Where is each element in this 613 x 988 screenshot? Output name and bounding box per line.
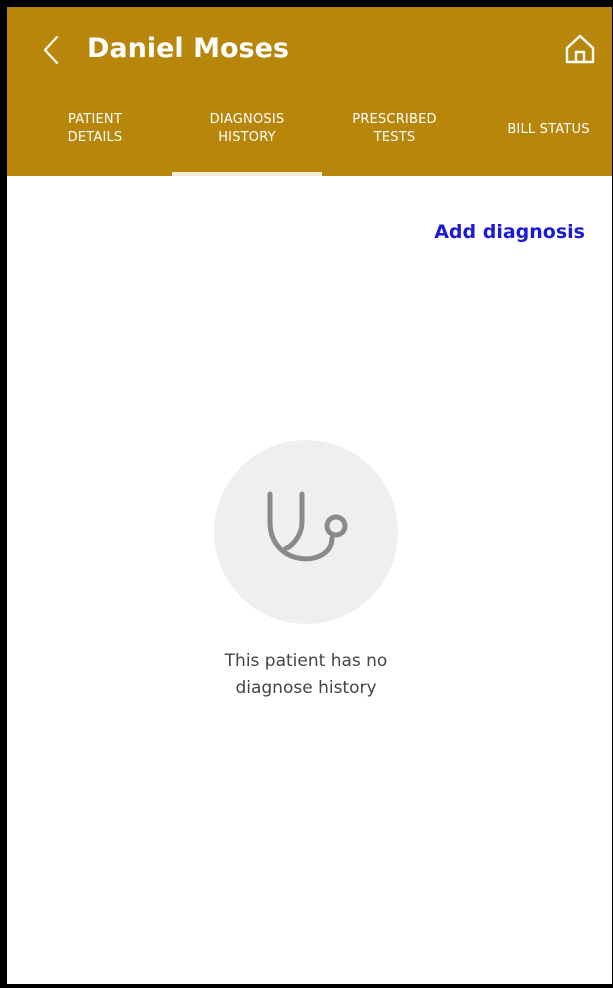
home-button[interactable] xyxy=(563,32,597,66)
app-header: Daniel Moses PATIENT DETAILS DIAGNOSIS H… xyxy=(7,7,612,176)
home-icon xyxy=(565,34,595,64)
tab-bar: PATIENT DETAILS DIAGNOSIS HISTORY PRESCR… xyxy=(7,100,612,176)
app-window: Daniel Moses PATIENT DETAILS DIAGNOSIS H… xyxy=(0,0,613,988)
diagnosis-history-panel: Add diagnosis This patient has no diagno… xyxy=(7,176,612,984)
back-button[interactable] xyxy=(37,31,65,69)
title-bar: Daniel Moses xyxy=(7,7,612,100)
tab-diagnosis-history[interactable]: DIAGNOSIS HISTORY xyxy=(172,100,322,176)
empty-state-illustration xyxy=(214,440,398,624)
tab-bill-status[interactable]: BILL STATUS xyxy=(485,100,612,176)
tab-label: PATIENT DETAILS xyxy=(67,112,123,145)
add-diagnosis-link[interactable]: Add diagnosis xyxy=(434,217,585,247)
tab-patient-details[interactable]: PATIENT DETAILS xyxy=(40,100,150,176)
tab-label: PRESCRIBED TESTS xyxy=(352,112,437,145)
tab-label: DIAGNOSIS HISTORY xyxy=(209,112,285,145)
empty-state-message: This patient has no diagnose history xyxy=(224,651,388,698)
tab-prescribed-tests[interactable]: PRESCRIBED TESTS xyxy=(332,100,457,176)
chevron-left-icon xyxy=(43,35,59,65)
stethoscope-icon xyxy=(267,491,348,562)
patient-name-title: Daniel Moses xyxy=(87,33,289,64)
tab-label: BILL STATUS xyxy=(507,122,590,137)
